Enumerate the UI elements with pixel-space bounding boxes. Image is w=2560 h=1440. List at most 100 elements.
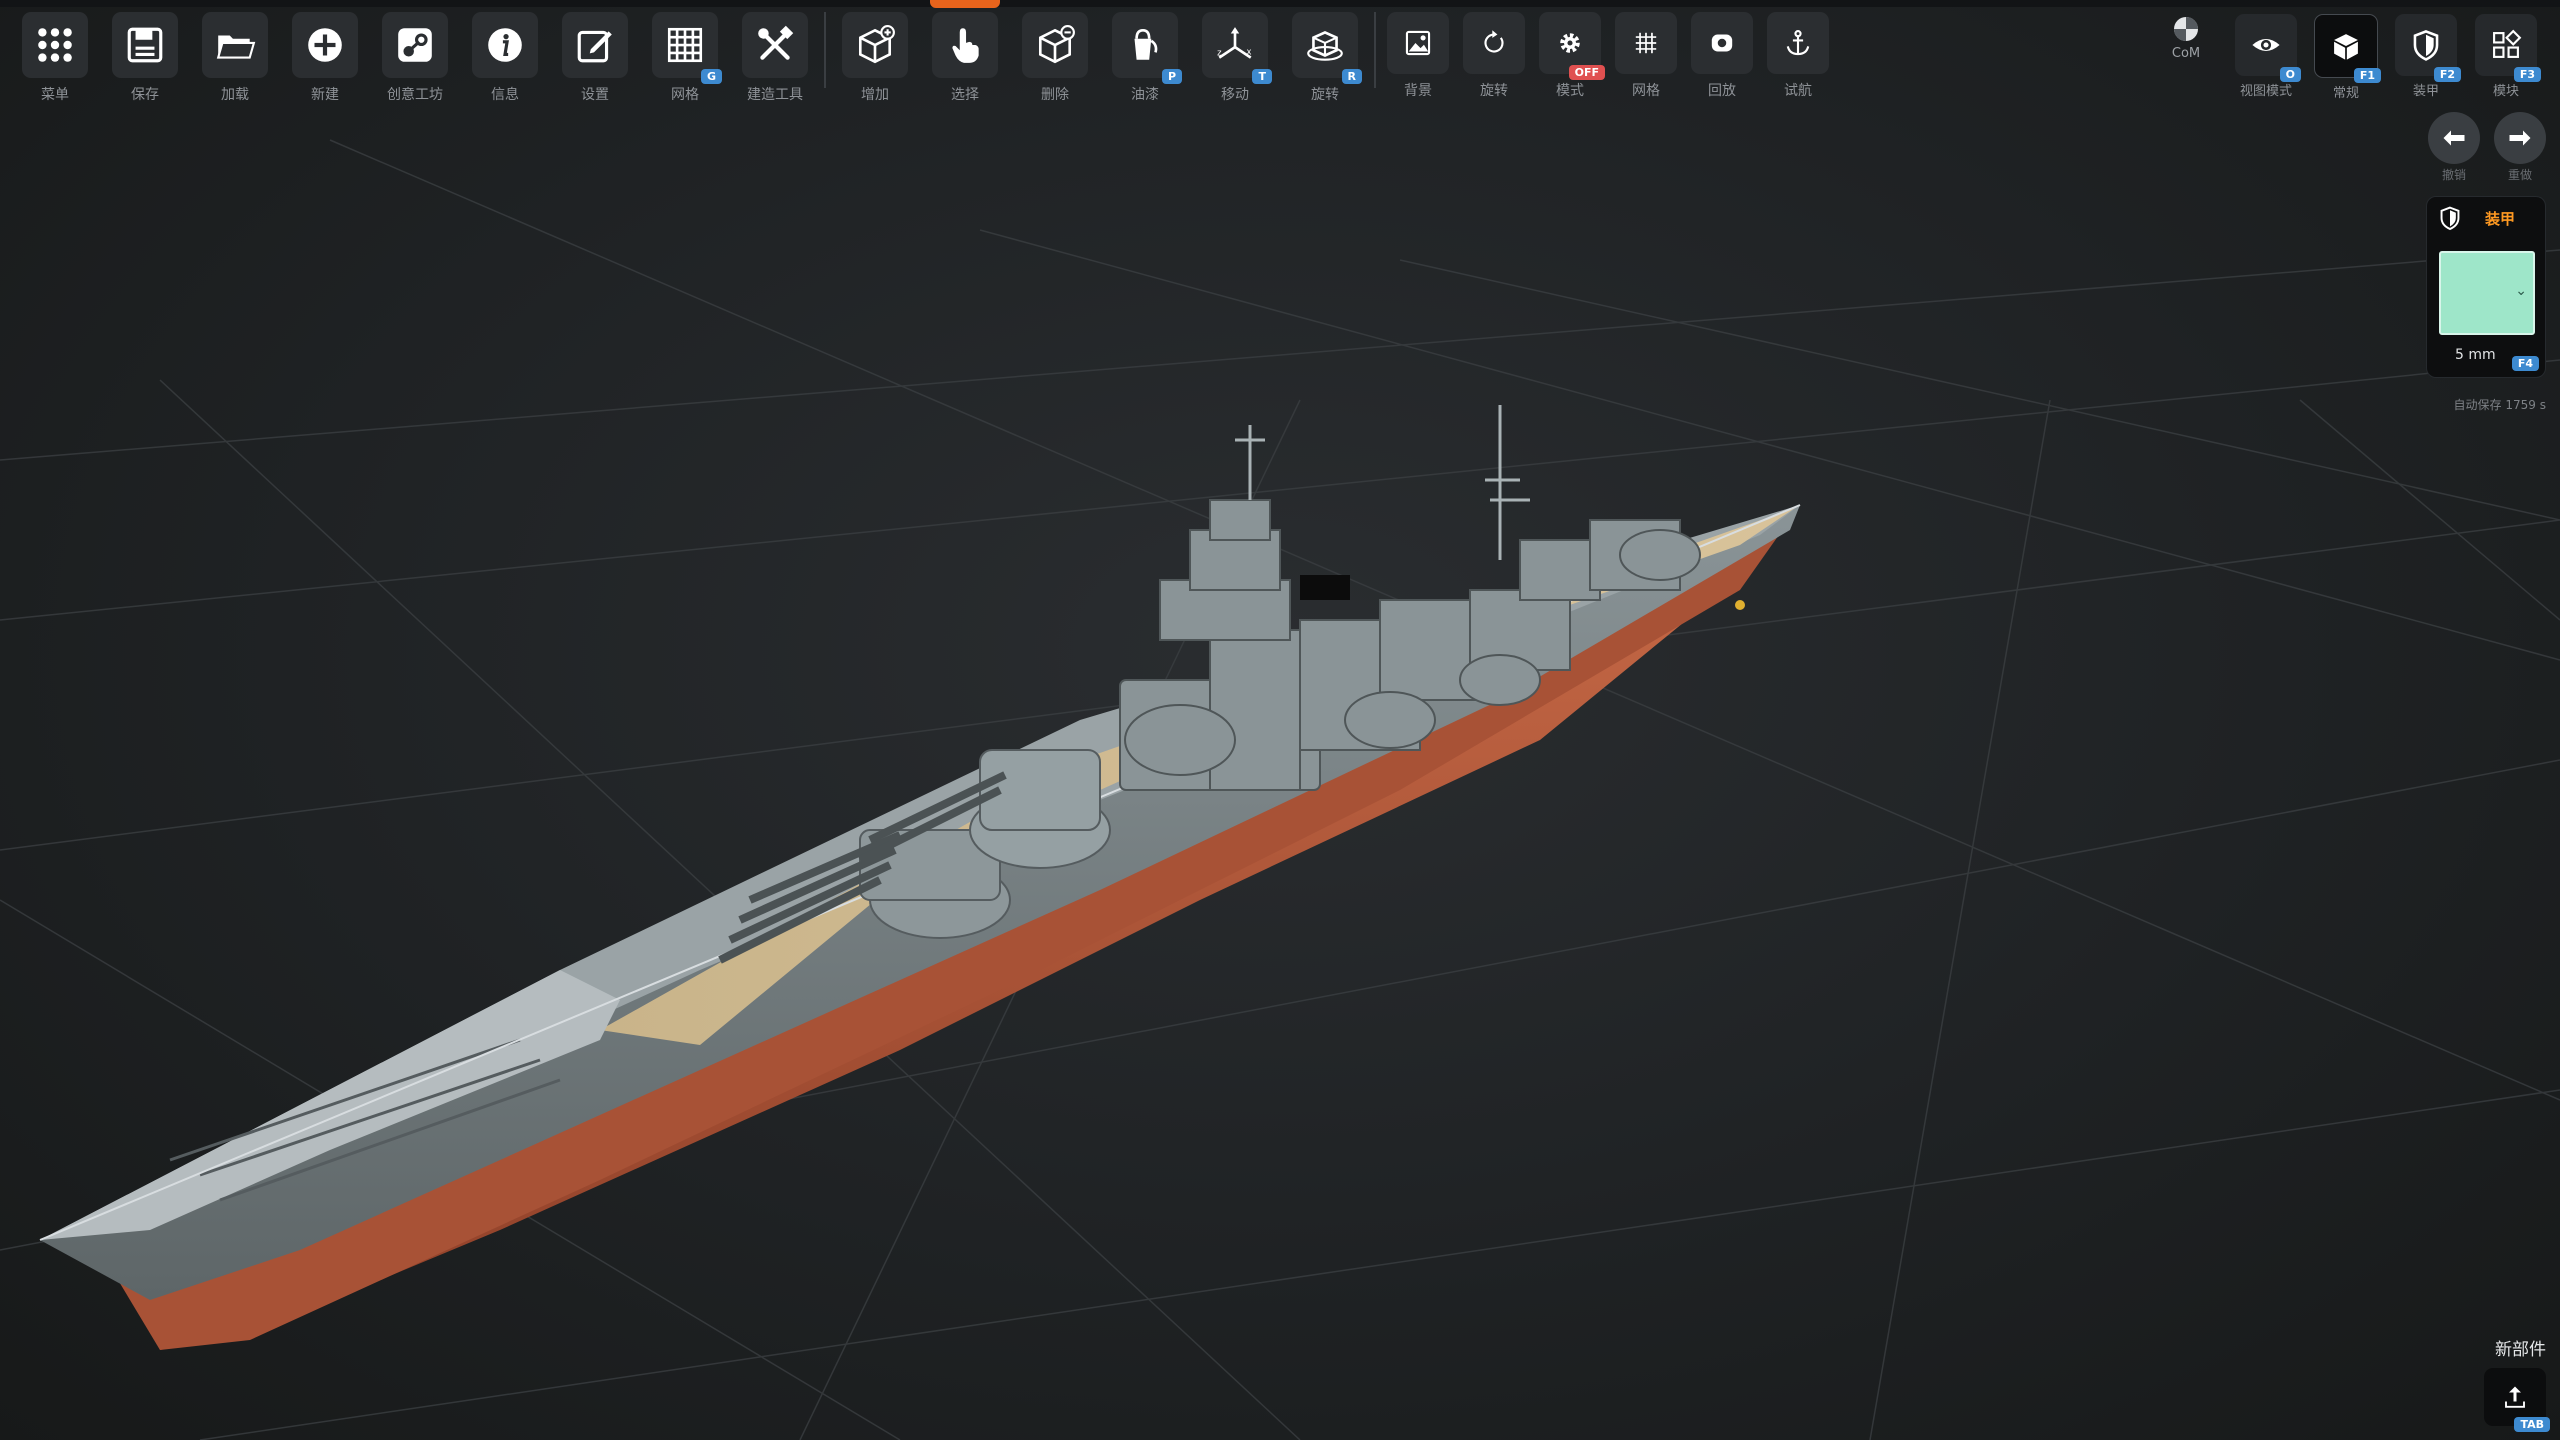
settings-label: 设置 [581, 87, 609, 103]
svg-text:z: z [1217, 48, 1222, 58]
paint-button[interactable]: P 油漆 [1100, 12, 1190, 112]
redo-label: 重做 [2507, 168, 2532, 182]
load-button[interactable]: 加载 [190, 12, 280, 112]
build-tools-button[interactable]: 建造工具 [730, 12, 820, 112]
armor-panel: 装甲 ⌄ 5 mm F4 [2426, 196, 2546, 378]
undo-button[interactable]: 撤销 [2428, 112, 2480, 183]
select-button[interactable]: 选择 [920, 12, 1010, 112]
add-block-label: 增加 [861, 87, 889, 103]
new-part-control: 新部件 TAB [2484, 1335, 2550, 1432]
cube-rotate-icon [1307, 30, 1343, 61]
grid-dots-icon [38, 28, 72, 62]
mode-button[interactable]: OFF 模式 [1532, 12, 1608, 112]
modules-mode-badge: F3 [2513, 67, 2541, 82]
grid-label: 网格 [671, 87, 699, 103]
modules-mode-label: 模块 [2492, 84, 2519, 99]
paint-bucket-icon [1134, 28, 1158, 60]
steam-icon [398, 28, 432, 62]
background-label: 背景 [1404, 83, 1432, 99]
rotate-view-label: 旋转 [1480, 83, 1508, 99]
top-edge-bar [0, 0, 2560, 7]
replay-button[interactable]: 回放 [1684, 12, 1760, 112]
axes-move-icon: zx [1217, 27, 1252, 59]
gear-icon [1560, 33, 1580, 53]
grid-toggle-button[interactable]: 网格 [1608, 12, 1684, 112]
chevron-down-icon: ⌄ [2515, 283, 2527, 299]
save-button[interactable]: 保存 [100, 12, 190, 112]
new-button[interactable]: 新建 [280, 12, 370, 112]
cube-solid-icon [2334, 34, 2358, 60]
toolbar-separator [824, 12, 826, 88]
redo-button[interactable]: 重做 [2494, 112, 2546, 183]
settings-button[interactable]: 设置 [550, 12, 640, 112]
menu-button[interactable]: 菜单 [10, 12, 100, 112]
normal-mode-button[interactable]: F1 常规 [2306, 14, 2386, 101]
armor-panel-header: 装甲 [2427, 197, 2545, 231]
svg-text:x: x [1247, 46, 1252, 56]
shield-icon [2440, 206, 2460, 231]
new-part-label: 新部件 [2495, 1340, 2546, 1360]
undo-redo-group: 撤销 重做 [2428, 112, 2546, 183]
normal-mode-badge: F1 [2353, 68, 2381, 83]
grid-toggle-label: 网格 [1632, 83, 1660, 99]
view-mode-badge: O [2279, 67, 2301, 82]
record-icon [1711, 34, 1733, 52]
rotate-shortcut-badge: R [1341, 69, 1362, 84]
sea-trial-label: 试航 [1784, 83, 1812, 99]
view-tool-group: 背景 旋转 OFF 模式 网格 回放 试航 [1380, 12, 1836, 112]
background-button[interactable]: 背景 [1380, 12, 1456, 112]
viewport-3d-scene[interactable] [0, 0, 2560, 1440]
undo-label: 撤销 [2441, 168, 2466, 182]
eye-icon [2252, 39, 2280, 51]
paint-shortcut-badge: P [1161, 69, 1182, 84]
armor-panel-shortcut-badge: F4 [2511, 356, 2539, 371]
autosave-label: 自动保存 [2453, 398, 2502, 412]
delete-block-button[interactable]: 删除 [1010, 12, 1100, 112]
floppy-icon [127, 27, 163, 63]
tools-icon [758, 25, 794, 60]
sea-trial-button[interactable]: 试航 [1760, 12, 1836, 112]
armor-mode-badge: F2 [2433, 67, 2461, 82]
rotate-view-button[interactable]: 旋转 [1456, 12, 1532, 112]
modules-mode-button[interactable]: F3 模块 [2466, 14, 2546, 99]
save-label: 保存 [131, 87, 159, 103]
new-label: 新建 [311, 87, 339, 103]
workshop-button[interactable]: 创意工坊 [370, 12, 460, 112]
view-mode-button[interactable]: O 视图模式 [2226, 14, 2306, 99]
rotate-icon [1484, 30, 1504, 53]
folder-icon [216, 35, 256, 59]
add-block-button[interactable]: 增加 [830, 12, 920, 112]
main-toolbar: 菜单 保存 加载 新建 创意工坊 信息 设置 G 网格 建造工具 增加 选择 删… [10, 12, 1836, 112]
arrow-left-icon [2443, 130, 2465, 146]
small-grid-icon [1635, 32, 1657, 54]
cube-add-icon [858, 25, 895, 64]
grid-icon [667, 27, 703, 63]
cube-remove-icon [1038, 25, 1075, 64]
image-icon [1405, 30, 1431, 56]
plus-circle-icon [308, 28, 342, 62]
select-label: 选择 [951, 87, 979, 103]
delete-block-label: 删除 [1041, 87, 1069, 103]
autosave-status: 自动保存 1759 s [2454, 396, 2546, 413]
paint-label: 油漆 [1131, 87, 1159, 103]
armor-mode-button[interactable]: F2 装甲 [2386, 14, 2466, 99]
info-button[interactable]: 信息 [460, 12, 550, 112]
info-icon [488, 28, 522, 62]
info-label: 信息 [491, 87, 519, 103]
move-button[interactable]: zx T 移动 [1190, 12, 1280, 112]
armor-color-dropdown[interactable]: ⌄ [2439, 251, 2535, 335]
new-part-button[interactable]: TAB [2484, 1368, 2550, 1432]
center-of-mass-toggle[interactable]: CoM [2156, 14, 2216, 61]
active-mode-indicator [930, 0, 1000, 8]
move-label: 移动 [1221, 87, 1249, 103]
new-part-shortcut-badge: TAB [2514, 1417, 2550, 1432]
normal-mode-label: 常规 [2332, 86, 2359, 101]
rotate-block-button[interactable]: R 旋转 [1280, 12, 1370, 112]
menu-label: 菜单 [41, 87, 69, 103]
toolbar-separator [1374, 12, 1376, 88]
com-label: CoM [2171, 46, 2201, 61]
build-tools-label: 建造工具 [747, 87, 803, 103]
grid-button[interactable]: G 网格 [640, 12, 730, 112]
shield-icon [2413, 30, 2439, 61]
armor-thickness-value[interactable]: 5 mm [2455, 347, 2496, 363]
